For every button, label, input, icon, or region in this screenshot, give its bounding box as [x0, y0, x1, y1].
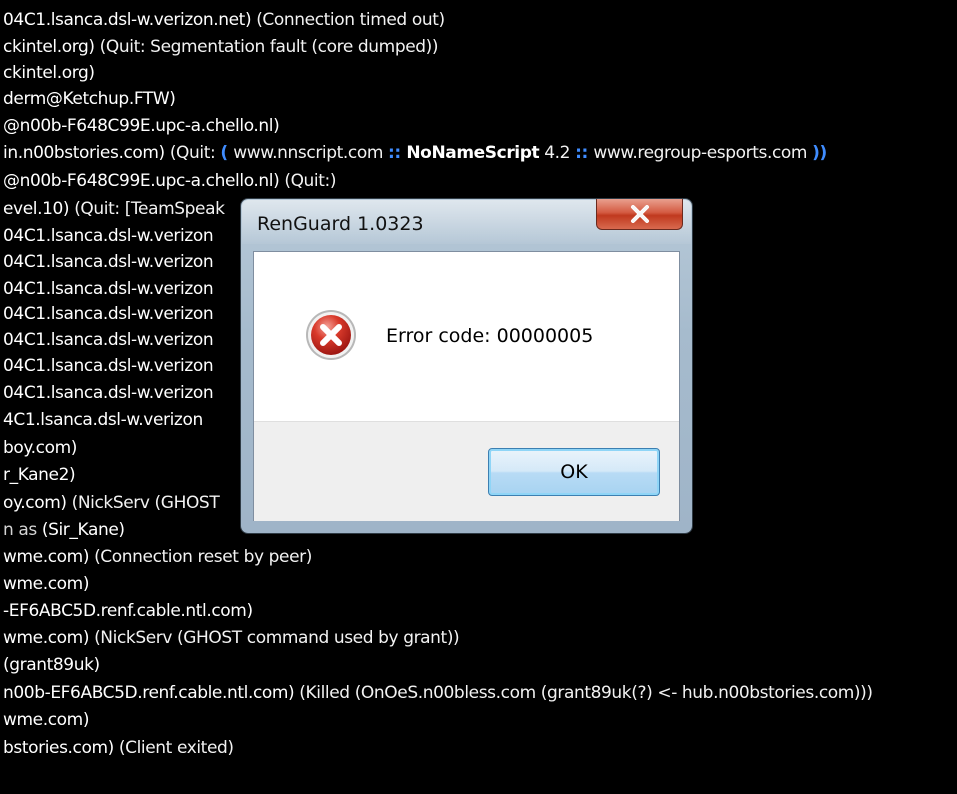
log-line: @n00b-F648C99E.upc-a.chello.nl) (Quit:) [3, 171, 336, 191]
log-line: wme.com) [3, 710, 89, 730]
dialog-client: Error code: 00000005 OK [253, 251, 680, 521]
log-text: 04C1.lsanca.dsl-w.verizon [3, 356, 214, 376]
log-line: oy.com) (NickServ (GHOST [3, 493, 220, 513]
log-text: 4C1.lsanca.dsl-w.verizon [3, 410, 203, 430]
error-icon [304, 308, 358, 362]
error-dialog: RenGuard 1.0323 Error code: 00000005 OK [241, 199, 692, 533]
log-line: 4C1.lsanca.dsl-w.verizon [3, 410, 203, 430]
log-text: (grant89uk) [3, 655, 100, 675]
dialog-footer: OK [254, 421, 679, 521]
log-line: 04C1.lsanca.dsl-w.verizon [3, 279, 214, 299]
log-text: evel.10) [3, 199, 75, 219]
log-text: (Killed (OnOeS.n00bless.com (grant89uk(?… [299, 683, 873, 703]
log-text: bstories.com) [3, 738, 119, 758]
ok-button[interactable]: OK [488, 448, 660, 496]
log-text: r_Kane2) [3, 465, 76, 485]
log-line: n00b-EF6ABC5D.renf.cable.ntl.com) (Kille… [3, 683, 873, 703]
log-text: (Client exited) [118, 738, 234, 758]
log-line: 04C1.lsanca.dsl-w.verizon [3, 304, 214, 324]
log-line: in.n00bstories.com) (Quit: ( www.nnscrip… [3, 143, 827, 163]
close-icon [631, 205, 649, 223]
log-line: wme.com) [3, 574, 89, 594]
log-text: @n00b-F648C99E.upc-a.chello.nl) [3, 116, 280, 136]
log-line: derm@Ketchup.FTW) [3, 89, 176, 109]
log-line: ckintel.org) [3, 63, 95, 83]
log-line: -EF6ABC5D.renf.cable.ntl.com) [3, 601, 253, 621]
log-text: oy.com) [3, 493, 72, 513]
log-text: 04C1.lsanca.dsl-w.verizon [3, 279, 214, 299]
log-text: NoNameScript [406, 143, 540, 163]
log-text: ckintel.org) [3, 37, 100, 57]
log-text: (Quit: [TeamSpeak [74, 199, 225, 219]
log-text: in.n00bstories.com) [3, 143, 170, 163]
log-text: 04C1.lsanca.dsl-w.verizon.net) [3, 10, 257, 30]
log-text: ( [220, 143, 234, 163]
log-text: :: [575, 143, 594, 163]
log-text: wme.com) [3, 574, 90, 594]
log-text: (Quit:) [284, 171, 337, 191]
log-line: ckintel.org) (Quit: Segmentation fault (… [3, 37, 439, 57]
log-line: bstories.com) (Client exited) [3, 738, 234, 758]
log-text: @n00b-F648C99E.upc-a.chello.nl) [3, 171, 285, 191]
log-text: -EF6ABC5D.renf.cable.ntl.com) [3, 601, 253, 621]
log-text: ckintel.org) [3, 63, 95, 83]
log-text: (NickServ (GHOST [71, 493, 220, 513]
log-text: 04C1.lsanca.dsl-w.verizon [3, 330, 214, 350]
log-line: 04C1.lsanca.dsl-w.verizon [3, 252, 214, 272]
log-text: derm@Ketchup.FTW) [3, 89, 176, 109]
log-text: (Sir_Kane) [41, 520, 125, 540]
log-text: (Quit: Segmentation fault (core dumped)) [99, 37, 439, 57]
dialog-content: Error code: 00000005 [254, 252, 679, 421]
log-text: (Connection timed out) [256, 10, 445, 30]
log-text: wme.com) [3, 628, 95, 648]
log-text: 04C1.lsanca.dsl-w.verizon [3, 252, 214, 272]
log-text: 04C1.lsanca.dsl-w.verizon [3, 383, 214, 403]
log-text: n as [3, 520, 42, 540]
log-line: 04C1.lsanca.dsl-w.verizon [3, 356, 214, 376]
log-line: 04C1.lsanca.dsl-w.verizon [3, 330, 214, 350]
log-text: 4.2 [539, 143, 576, 163]
error-message: Error code: 00000005 [386, 325, 594, 347]
log-text: www.nnscript.com [233, 143, 389, 163]
log-text: n00b-EF6ABC5D.renf.cable.ntl.com) [3, 683, 300, 703]
log-text: (Quit: [169, 143, 221, 163]
log-line: (grant89uk) [3, 655, 100, 675]
log-text: (Connection reset by peer) [94, 547, 312, 567]
log-line: r_Kane2) [3, 465, 76, 485]
log-text: (NickServ (GHOST command used by grant)) [94, 628, 460, 648]
log-text: 04C1.lsanca.dsl-w.verizon [3, 226, 214, 246]
log-line: boy.com) [3, 438, 77, 458]
log-line: evel.10) (Quit: [TeamSpeak [3, 199, 225, 219]
log-text: :: [388, 143, 407, 163]
log-line: wme.com) (Connection reset by peer) [3, 547, 312, 567]
log-line: 04C1.lsanca.dsl-w.verizon [3, 226, 214, 246]
log-line: @n00b-F648C99E.upc-a.chello.nl) [3, 116, 280, 136]
log-text: 04C1.lsanca.dsl-w.verizon [3, 304, 214, 324]
log-line: 04C1.lsanca.dsl-w.verizon [3, 383, 214, 403]
log-line: 04C1.lsanca.dsl-w.verizon.net) (Connecti… [3, 10, 445, 30]
close-button[interactable] [596, 199, 683, 230]
log-text: wme.com) [3, 547, 95, 567]
dialog-title: RenGuard 1.0323 [257, 213, 424, 235]
log-text: www.regroup-esports.com [593, 143, 813, 163]
log-line: wme.com) (NickServ (GHOST command used b… [3, 628, 460, 648]
log-text: wme.com) [3, 710, 90, 730]
log-line: n as (Sir_Kane) [3, 520, 125, 540]
log-text: boy.com) [3, 438, 77, 458]
log-text: )) [812, 143, 827, 163]
